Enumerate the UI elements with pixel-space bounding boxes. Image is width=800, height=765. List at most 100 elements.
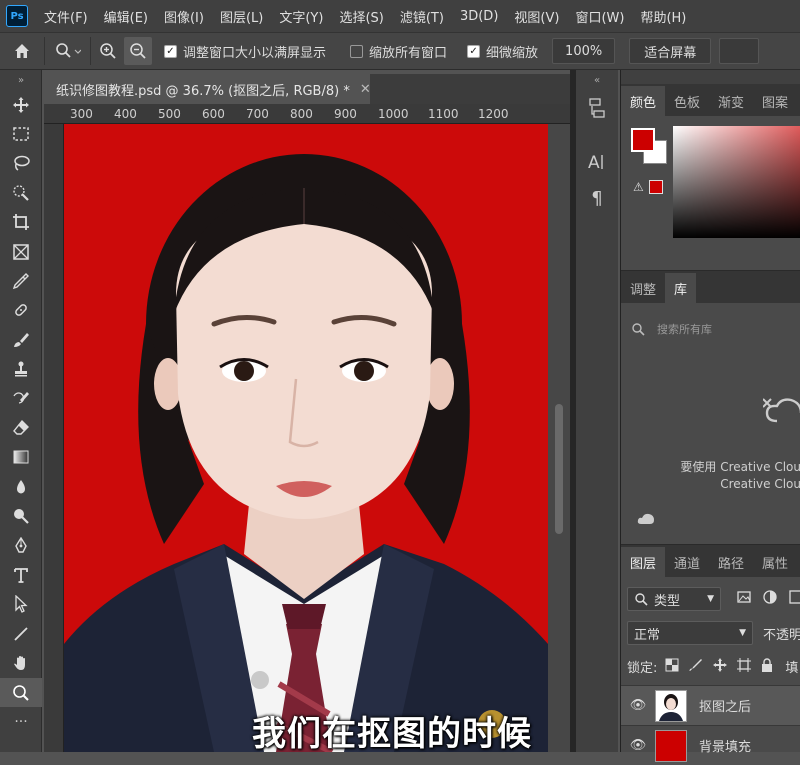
zoom-tool-icon[interactable]	[0, 677, 42, 708]
opacity-label: 不透明	[763, 627, 800, 643]
menu-select[interactable]: 选择(S)	[331, 7, 391, 26]
tab-swatches[interactable]: 色板	[665, 86, 709, 116]
marquee-tool-icon[interactable]	[0, 119, 42, 148]
pen-tool-icon[interactable]	[0, 531, 42, 560]
paragraph-icon[interactable]: ¶	[576, 180, 618, 216]
character-icon[interactable]: A	[576, 144, 618, 180]
dodge-tool-icon[interactable]	[0, 501, 42, 530]
menu-3d[interactable]: 3D(D)	[452, 9, 506, 24]
document-tab[interactable]: 纸识修图教程.psd @ 36.7% (抠图之后, RGB/8) * ✕	[44, 74, 371, 104]
tab-paths[interactable]: 路径	[709, 547, 753, 577]
history-brush-tool-icon[interactable]	[0, 384, 42, 413]
vertical-scrollbar[interactable]	[548, 124, 570, 752]
search-icon	[635, 593, 648, 606]
lock-all-icon[interactable]	[761, 657, 773, 676]
lock-transparent-icon[interactable]	[665, 658, 679, 676]
brush-tool-icon[interactable]	[0, 325, 42, 354]
horizontal-ruler[interactable]: 300 400 500 600 700 800 900 1000 1100 12…	[44, 104, 570, 124]
checkbox-checked-icon: ✓	[164, 44, 177, 58]
quick-selection-tool-icon[interactable]	[0, 178, 42, 207]
lock-position-icon[interactable]	[713, 657, 728, 676]
vertical-ruler[interactable]	[44, 124, 64, 752]
type-tool-icon[interactable]	[0, 560, 42, 589]
tab-channels[interactable]: 通道	[665, 547, 709, 577]
fill-screen-button[interactable]	[719, 38, 760, 64]
ruler-tick: 1200	[478, 107, 509, 121]
image-filter-icon[interactable]	[737, 590, 751, 608]
menu-help[interactable]: 帮助(H)	[632, 7, 694, 26]
fit-screen-button[interactable]: 适合屏幕	[629, 38, 712, 64]
gamut-color-swatch[interactable]	[649, 180, 663, 194]
search-icon	[632, 323, 645, 336]
home-icon[interactable]	[0, 37, 44, 65]
expand-panels-icon[interactable]: «	[576, 70, 618, 90]
cc-message-line2: Creative Clou	[720, 477, 800, 491]
library-search-field[interactable]: 搜索所有库	[631, 315, 800, 343]
hand-tool-icon[interactable]	[0, 648, 42, 677]
scrollbar-thumb[interactable]	[555, 404, 563, 534]
menu-type[interactable]: 文字(Y)	[271, 7, 331, 26]
lock-artboard-icon[interactable]	[737, 657, 752, 676]
tab-adjustments[interactable]: 调整	[621, 273, 665, 303]
tab-layers[interactable]: 图层	[621, 547, 666, 577]
zoom-all-windows-checkbox[interactable]: 缩放所有窗口	[350, 37, 447, 65]
clone-stamp-tool-icon[interactable]	[0, 355, 42, 384]
gradient-tool-icon[interactable]	[0, 443, 42, 472]
lasso-tool-icon[interactable]	[0, 149, 42, 178]
history-icon[interactable]	[576, 90, 618, 126]
scrubby-zoom-checkbox[interactable]: ✓ 细微缩放	[467, 37, 538, 65]
eraser-tool-icon[interactable]	[0, 413, 42, 442]
close-icon[interactable]: ✕	[360, 82, 371, 97]
menu-image[interactable]: 图像(I)	[156, 7, 212, 26]
resize-windows-checkbox[interactable]: ✓ 调整窗口大小以满屏显示	[164, 37, 326, 65]
ruler-tick: 700	[246, 107, 269, 121]
adjustment-filter-icon[interactable]	[763, 590, 777, 608]
layer-name: 背景填充	[699, 740, 752, 755]
document-tab-title: 纸识修图教程.psd @ 36.7% (抠图之后, RGB/8) *	[56, 83, 350, 99]
eye-icon[interactable]: 👁	[621, 738, 655, 753]
eye-icon[interactable]: 👁	[621, 698, 655, 713]
right-panels: 颜色 色板 渐变 图案 ⚠ 调整 库 搜索所有库 要使用 Creative Cl…	[620, 70, 800, 762]
svg-text:A: A	[588, 153, 600, 172]
menu-file[interactable]: 文件(F)	[36, 7, 96, 26]
menu-edit[interactable]: 编辑(E)	[96, 7, 156, 26]
type-filter-icon[interactable]	[789, 590, 800, 608]
more-tools-icon[interactable]: ···	[0, 707, 42, 736]
libraries-panel-tabs: 调整 库	[621, 271, 800, 303]
tab-properties[interactable]: 属性	[753, 547, 797, 577]
move-tool-icon[interactable]	[0, 90, 42, 119]
eyedropper-tool-icon[interactable]	[0, 266, 42, 295]
menu-layer[interactable]: 图层(L)	[212, 7, 271, 26]
menu-view[interactable]: 视图(V)	[506, 7, 567, 26]
document-canvas[interactable]	[64, 124, 548, 752]
menu-bar: Ps 文件(F) 编辑(E) 图像(I) 图层(L) 文字(Y) 选择(S) 滤…	[0, 0, 800, 32]
lock-pixels-icon[interactable]	[689, 658, 703, 676]
tab-gradients[interactable]: 渐变	[709, 86, 753, 116]
zoom-tool-preset-icon[interactable]	[44, 37, 90, 65]
zoom-out-icon[interactable]	[124, 37, 152, 65]
line-tool-icon[interactable]	[0, 619, 42, 648]
layer-name: 抠图之后	[699, 700, 752, 715]
crop-tool-icon[interactable]	[0, 208, 42, 237]
fill-label: 填	[785, 661, 799, 676]
menu-window[interactable]: 窗口(W)	[567, 7, 632, 26]
color-picker-field[interactable]	[673, 126, 800, 238]
collapse-icon[interactable]: »	[0, 70, 42, 90]
cloud-sync-icon[interactable]	[621, 509, 800, 529]
healing-brush-tool-icon[interactable]	[0, 296, 42, 325]
zoom-percentage-field[interactable]: 100%	[552, 38, 616, 64]
foreground-color-swatch[interactable]	[631, 128, 655, 152]
video-subtitle: 我们在抠图的时候	[252, 714, 532, 754]
layer-row[interactable]: 👁 抠图之后	[621, 685, 800, 725]
tab-libraries[interactable]: 库	[665, 273, 697, 303]
menu-filter[interactable]: 滤镜(T)	[392, 7, 452, 26]
tab-color[interactable]: 颜色	[621, 86, 666, 116]
blur-tool-icon[interactable]	[0, 472, 42, 501]
layer-filter-dropdown[interactable]: 类型 ▼	[627, 587, 721, 611]
frame-tool-icon[interactable]	[0, 237, 42, 266]
path-selection-tool-icon[interactable]	[0, 590, 42, 619]
tab-patterns[interactable]: 图案	[753, 86, 797, 116]
layer-row[interactable]: 👁 背景填充	[621, 725, 800, 765]
blend-mode-dropdown[interactable]: 正常 ▼	[627, 621, 753, 645]
zoom-in-icon[interactable]	[90, 37, 124, 65]
